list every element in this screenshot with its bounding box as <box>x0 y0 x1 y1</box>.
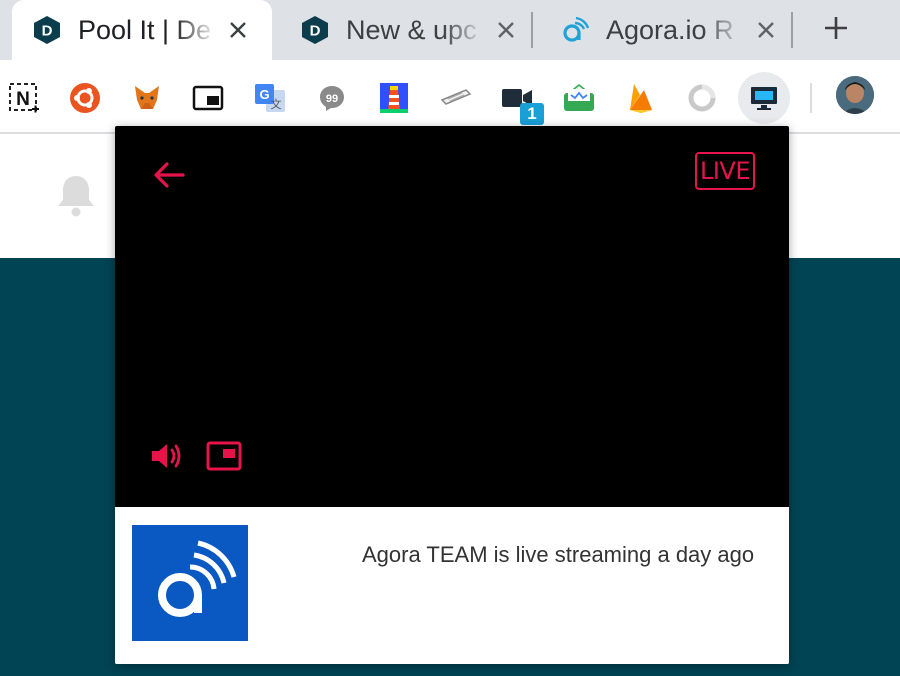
metamask-fox-icon[interactable] <box>131 82 163 114</box>
firebase-icon[interactable] <box>625 82 657 114</box>
tab-strip: D Pool It | De D New & upc Agora.io R <box>0 0 900 60</box>
svg-text:D: D <box>310 23 321 40</box>
dev-icon: D <box>300 15 330 45</box>
plus-icon <box>825 17 847 39</box>
stream-status-text: Agora TEAM is live streaming a day ago <box>362 542 755 567</box>
agora-logo <box>132 525 248 641</box>
refresh-circle-icon[interactable] <box>686 82 718 114</box>
picture-in-picture-icon[interactable] <box>206 440 242 472</box>
tab-separator <box>791 12 793 48</box>
email-tracker-icon[interactable] <box>563 82 595 114</box>
stream-info: Agora TEAM is live streaming a day ago <box>115 507 789 664</box>
new-tab-button[interactable] <box>818 10 854 46</box>
chat-bubble-icon[interactable]: 99 <box>316 82 348 114</box>
live-badge: LIVE <box>695 152 755 190</box>
back-arrow-icon[interactable] <box>151 160 185 190</box>
ubuntu-circle-icon[interactable] <box>69 82 101 114</box>
extension-badge: 1 <box>520 103 544 125</box>
live-stream-popup: LIVE Agora TEAM is live streaming a day … <box>115 126 789 664</box>
close-icon[interactable] <box>494 18 518 42</box>
tab-separator <box>531 12 533 48</box>
video-player[interactable]: LIVE <box>115 126 789 507</box>
svg-text:D: D <box>42 23 53 40</box>
svg-text:文: 文 <box>271 97 282 111</box>
tab-agora[interactable]: Agora.io R <box>540 0 790 60</box>
tab-title: New & upc <box>346 14 477 45</box>
keyboard-icon[interactable] <box>440 82 472 114</box>
picture-in-picture-icon[interactable] <box>192 82 224 114</box>
google-translate-icon[interactable]: G文 <box>254 82 286 114</box>
volume-icon[interactable] <box>151 442 183 470</box>
tab-pool-it[interactable]: D Pool It | De <box>12 0 272 60</box>
screen-share-icon[interactable] <box>748 82 780 114</box>
notification-bell-icon[interactable] <box>54 172 98 218</box>
tab-title: Agora.io R <box>606 14 734 45</box>
dev-icon: D <box>32 15 62 45</box>
close-icon[interactable] <box>226 18 250 42</box>
svg-text:99: 99 <box>326 93 338 105</box>
close-icon[interactable] <box>754 18 778 42</box>
tab-title: Pool It | De <box>78 14 212 45</box>
tab-new-upcoming[interactable]: D New & upc <box>280 0 530 60</box>
avatar[interactable] <box>836 76 874 114</box>
lighthouse-icon[interactable] <box>378 82 410 114</box>
svg-text:N: N <box>16 89 30 110</box>
svg-text:G: G <box>259 87 269 102</box>
notion-web-clipper-icon[interactable]: N <box>8 82 40 114</box>
agora-icon <box>560 15 590 45</box>
toolbar-separator <box>810 83 812 113</box>
